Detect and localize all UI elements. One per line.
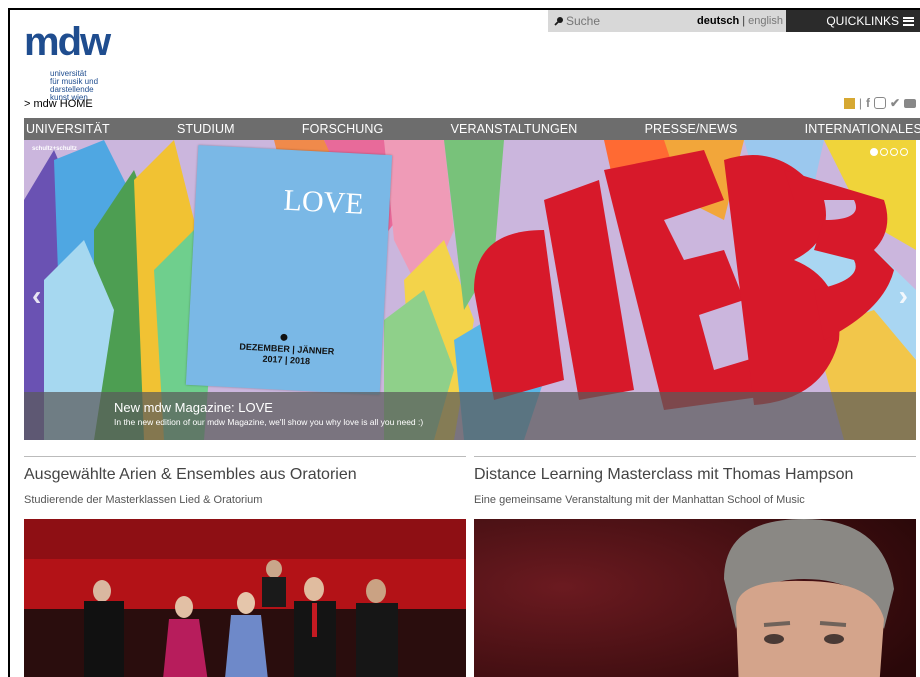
- lang-separator: |: [742, 15, 746, 27]
- slider-dots: [870, 148, 908, 156]
- menu-icon: [903, 16, 914, 26]
- article-title[interactable]: Distance Learning Masterclass mit Thomas…: [474, 466, 916, 484]
- slider-dot[interactable]: [890, 148, 898, 156]
- main-nav: UNIVERSITÄT STUDIUM FORSCHUNG VERANSTALT…: [24, 118, 920, 140]
- twitter-icon[interactable]: ✔: [890, 96, 900, 110]
- slider-dot[interactable]: [900, 148, 908, 156]
- quicklinks-label: QUICKLINKS: [826, 14, 899, 28]
- nav-internationales[interactable]: INTERNATIONALES: [805, 122, 920, 136]
- nav-presse-news[interactable]: PRESSE/NEWS: [645, 122, 738, 136]
- lang-english[interactable]: english: [748, 15, 783, 27]
- slider-dot[interactable]: [870, 148, 878, 156]
- mdw-logo[interactable]: mdw universität für musik und darstellen…: [24, 22, 134, 104]
- breadcrumb[interactable]: > mdw HOME: [24, 98, 93, 110]
- search-input[interactable]: [566, 14, 686, 28]
- facebook-icon[interactable]: f: [866, 96, 870, 110]
- slide-text: In the new edition of our mdw Magazine, …: [114, 417, 424, 427]
- browser-viewport: mdw universität für musik und darstellen…: [8, 8, 920, 677]
- article-image[interactable]: [474, 519, 916, 677]
- lang-deutsch[interactable]: deutsch: [697, 15, 739, 27]
- article-subtitle: Eine gemeinsame Veranstaltung mit der Ma…: [474, 494, 805, 506]
- quicklinks-button[interactable]: QUICKLINKS: [786, 10, 920, 32]
- search-icon: [554, 17, 563, 26]
- poster-date: DEZEMBER | JÄNNER 2017 | 2018: [239, 341, 335, 367]
- poster-dot: [280, 333, 288, 342]
- nav-studium[interactable]: STUDIUM: [177, 122, 235, 136]
- magazine-cover: LOVE DEZEMBER | JÄNNER 2017 | 2018: [185, 145, 393, 395]
- article-subtitle: Studierende der Masterklassen Lied & Ora…: [24, 494, 263, 506]
- portrait-photo: [474, 519, 916, 677]
- instagram-icon[interactable]: [873, 97, 886, 109]
- poster-title: LOVE: [282, 183, 365, 221]
- slider-prev-icon[interactable]: ‹: [32, 280, 41, 312]
- choir-photo: [24, 519, 466, 677]
- slide-title[interactable]: New mdw Magazine: LOVE: [114, 400, 916, 415]
- divider: [24, 456, 466, 457]
- logo-mark: mdw: [24, 20, 111, 64]
- slide-caption[interactable]: New mdw Magazine: LOVE In the new editio…: [24, 392, 916, 440]
- nav-forschung[interactable]: FORSCHUNG: [302, 122, 383, 136]
- image-credit: schultz+schultz: [32, 146, 77, 152]
- slider-dot[interactable]: [880, 148, 888, 156]
- divider: |: [858, 96, 862, 110]
- youtube-icon[interactable]: [904, 98, 916, 108]
- article-card[interactable]: Ausgewählte Arien & Ensembles aus Orator…: [24, 456, 466, 677]
- divider: [474, 456, 916, 457]
- store-icon[interactable]: [843, 97, 855, 109]
- slider-next-icon[interactable]: ›: [899, 280, 908, 312]
- social-links: | f ✔: [843, 96, 916, 110]
- nav-veranstaltungen[interactable]: VERANSTALTUNGEN: [451, 122, 578, 136]
- nav-universitaet[interactable]: UNIVERSITÄT: [26, 122, 110, 136]
- article-image[interactable]: [24, 519, 466, 677]
- hero-slider[interactable]: LOVE DEZEMBER | JÄNNER 2017 | 2018 schul…: [24, 140, 916, 440]
- article-title[interactable]: Ausgewählte Arien & Ensembles aus Orator…: [24, 466, 466, 484]
- search-box[interactable]: [548, 10, 694, 32]
- article-card[interactable]: Distance Learning Masterclass mit Thomas…: [474, 456, 916, 677]
- language-switcher: deutsch | english: [694, 10, 786, 32]
